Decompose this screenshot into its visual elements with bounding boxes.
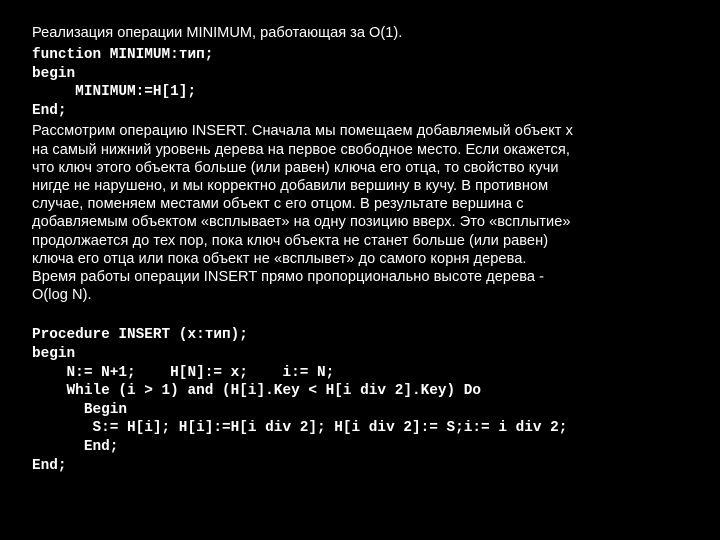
code-line: begin	[32, 346, 76, 362]
code-line: begin	[32, 65, 76, 82]
code-line: N:= N+1; H[N]:= x; i:= N;	[32, 364, 335, 381]
code-line: Procedure INSERT (x:тип);	[32, 327, 248, 344]
minimum-code-block: function MINIMUM:тип; begin MINIMUM:=H[1]…	[32, 46, 710, 120]
code-line: Begin	[32, 401, 127, 418]
code-line: End;	[32, 457, 67, 474]
insert-description-paragraph: Рассмотрим операцию INSERT. Сначала мы п…	[32, 123, 573, 304]
code-line: End;	[32, 102, 67, 119]
insert-code-block: Procedure INSERT (x:тип); begin N:= N+1; …	[32, 326, 710, 475]
code-line: End;	[32, 438, 119, 455]
code-line: While (i > 1) and (H[i].Key < H[i div 2]…	[32, 383, 482, 400]
code-line: S:= H[i]; H[i]:=H[i div 2]; H[i div 2]:=…	[32, 420, 568, 437]
code-line: function MINIMUM:тип;	[32, 47, 214, 63]
slide-canvas: Реализация операции MINIMUM, работающая …	[0, 0, 720, 540]
intro-text: Реализация операции MINIMUM, работающая …	[32, 25, 403, 41]
code-line: MINIMUM:=H[1];	[32, 84, 197, 101]
